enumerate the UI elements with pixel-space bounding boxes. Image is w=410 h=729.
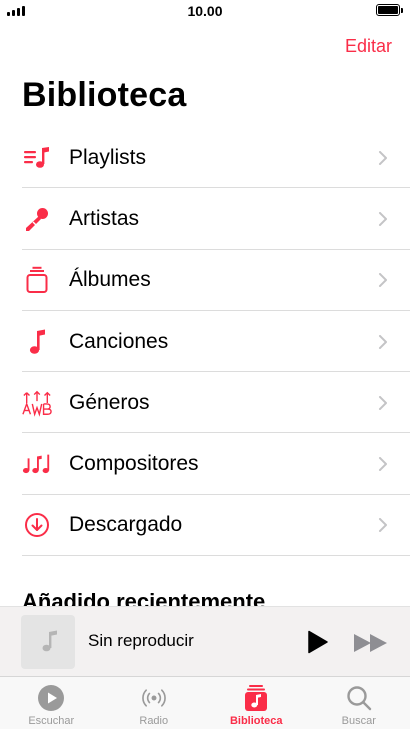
chevron-right-icon: [379, 457, 387, 472]
genres-icon: [22, 388, 52, 418]
menu-item-songs[interactable]: Canciones: [0, 311, 410, 373]
tab-search[interactable]: Buscar: [308, 677, 410, 729]
tab-label: Radio: [139, 715, 169, 727]
music-note-icon: [42, 630, 57, 652]
page-title: Biblioteca: [22, 76, 187, 114]
chevron-right-icon: [379, 211, 387, 226]
menu-item-label: Compositores: [69, 452, 199, 476]
fast-forward-icon[interactable]: [352, 631, 390, 655]
now-playing-title: Sin reproducir: [88, 631, 194, 650]
radio-icon: [140, 684, 168, 712]
chevron-right-icon: [379, 395, 387, 410]
tab-label: Buscar: [341, 715, 376, 727]
tab-library[interactable]: Biblioteca: [205, 677, 308, 729]
download-circle-icon: [22, 510, 52, 540]
tab-label: Biblioteca: [229, 715, 283, 727]
tab-label: Escuchar: [28, 715, 75, 727]
artwork-placeholder: [21, 615, 75, 669]
menu-item-artists[interactable]: Artistas: [0, 188, 410, 250]
chevron-right-icon: [379, 273, 387, 288]
library-menu: Playlists Artistas Álbumes Canciones Gén…: [0, 127, 410, 557]
microphone-icon: [22, 204, 52, 234]
playlist-icon: [22, 143, 52, 173]
edit-button[interactable]: Editar: [345, 36, 392, 57]
play-circle-icon: [37, 684, 65, 712]
composers-icon: [22, 449, 52, 479]
menu-item-label: Canciones: [69, 329, 169, 353]
menu-item-label: Playlists: [69, 145, 147, 169]
menu-item-label: Álbumes: [69, 268, 151, 292]
chevron-right-icon: [379, 334, 387, 349]
status-bar: 10.00: [0, 0, 410, 22]
tab-listen[interactable]: Escuchar: [0, 677, 103, 729]
status-time: 10.00: [187, 3, 223, 19]
tab-bar: Escuchar Radio Biblioteca Buscar: [0, 676, 410, 729]
play-icon[interactable]: [304, 629, 330, 655]
tab-radio[interactable]: Radio: [103, 677, 206, 729]
menu-item-label: Descargado: [69, 513, 183, 537]
battery-icon: [376, 4, 403, 16]
chevron-right-icon: [379, 518, 387, 533]
music-note-icon: [22, 327, 52, 357]
menu-item-playlists[interactable]: Playlists: [0, 127, 410, 189]
menu-item-label: Artistas: [69, 206, 140, 230]
menu-item-label: Géneros: [69, 390, 150, 414]
album-stack-icon: [22, 265, 52, 295]
menu-item-albums[interactable]: Álbumes: [0, 250, 410, 311]
menu-item-composers[interactable]: Compositores: [0, 433, 410, 495]
library-icon: [242, 684, 270, 712]
chevron-right-icon: [379, 150, 387, 165]
mini-player[interactable]: Sin reproducir: [0, 606, 410, 676]
menu-item-downloaded[interactable]: Descargado: [0, 495, 410, 557]
search-icon: [345, 684, 373, 712]
menu-item-genres[interactable]: Géneros: [0, 372, 410, 434]
